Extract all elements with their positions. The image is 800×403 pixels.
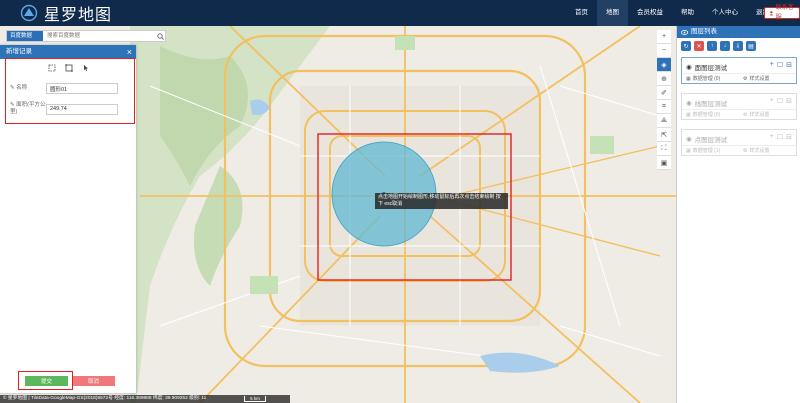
nav-map[interactable]: 地图 (597, 0, 628, 26)
delete-icon[interactable]: ⊟ (786, 97, 792, 105)
contact-service-button[interactable]: 联系客服 (764, 5, 800, 21)
eye-icon[interactable]: ◉ (686, 63, 692, 71)
zoom-in-button[interactable]: + (657, 30, 671, 44)
nav-help[interactable]: 帮助 (672, 0, 703, 26)
import-icon[interactable]: ⇩ (733, 41, 743, 51)
search-bar: 百度数据 (6, 30, 166, 42)
panel-title: 新增记录 (6, 48, 32, 55)
layer-name: 点图层测试 (694, 137, 728, 144)
locate-button[interactable]: ⊕ (657, 72, 671, 86)
plus-icon: + (661, 33, 667, 40)
fullscreen-icon: ⛶ (661, 144, 667, 152)
logo-icon (20, 4, 38, 22)
zoom-out-button[interactable]: − (657, 44, 671, 58)
add-icon[interactable]: + (770, 97, 774, 105)
layer-card-line[interactable]: ◉ 线图层测试 + ☐ ⊟ ▦ 数据管理 (0) ⚙ 样式设置 (681, 93, 797, 120)
ruler-icon: ✐ (661, 89, 667, 97)
close-icon[interactable]: × (127, 45, 132, 59)
layer-panel-title: 图层列表 (691, 28, 717, 35)
target-icon: ⊕ (661, 75, 667, 83)
layer-name: 线图层测试 (694, 101, 728, 108)
data-manage-link[interactable]: ▦ 数据管理 (0) (682, 74, 739, 83)
edit-icon[interactable]: ☐ (777, 97, 783, 105)
nav-home[interactable]: 首页 (566, 0, 597, 26)
top-navbar: 星罗地图 首页 地图 会员权益 帮助 个人中心 退出 联系客服 (0, 0, 800, 26)
data-source-select[interactable]: 百度数据 (7, 31, 43, 41)
map-toolbar: + − ◈ ⊕ ✐ ⌗ ⟁ ⇱ ⛶ ▣ (657, 30, 671, 170)
main-nav: 首页 地图 会员权益 帮助 个人中心 退出 (566, 0, 778, 26)
layer-action-icons: ↻ ✕ ↑ ↓ ⇩ ▤ (681, 41, 800, 51)
delete-layer-icon[interactable]: ✕ (694, 41, 704, 51)
layer-list-panel: 图层列表 ↻ ✕ ↑ ↓ ⇩ ▤ ◉ 面图层测试 + ☐ ⊟ ▦ 数据管理 (0) ⚙… (676, 26, 800, 403)
edit-icon[interactable]: ☐ (777, 61, 783, 69)
export-button[interactable]: ⇱ (657, 128, 671, 142)
cancel-button[interactable]: 取消 (72, 376, 115, 386)
crop-button[interactable]: ⌗ (657, 100, 671, 114)
data-manage-link[interactable]: ▦ 数据管理 (1) (682, 146, 739, 155)
layer-card-point[interactable]: ◉ 点图层测试 + ☐ ⊟ ▦ 数据管理 (1) ⚙ 样式设置 (681, 129, 797, 156)
style-settings-link[interactable]: ⚙ 样式设置 (739, 110, 796, 119)
nav-profile[interactable]: 个人中心 (703, 0, 747, 26)
style-settings-link[interactable]: ⚙ 样式设置 (739, 146, 796, 155)
layers-icon: ◈ (661, 61, 667, 69)
delete-icon[interactable]: ⊟ (786, 133, 792, 141)
delete-icon[interactable]: ⊟ (786, 61, 792, 69)
style-settings-link[interactable]: ⚙ 样式设置 (739, 74, 796, 83)
layers-button[interactable]: ◈ (657, 58, 671, 72)
layer-panel-header: 图层列表 (677, 26, 800, 38)
area-icon: ⟁ (660, 116, 668, 124)
folder-icon[interactable]: ▤ (746, 41, 756, 51)
move-down-icon[interactable]: ↓ (720, 41, 730, 51)
data-manage-link[interactable]: ▦ 数据管理 (0) (682, 110, 739, 119)
user-icon (769, 11, 774, 16)
eye-icon[interactable]: ◉ (686, 135, 692, 143)
contact-service-label: 联系客服 (775, 5, 794, 21)
annotation-box-submit (18, 371, 73, 390)
search-button[interactable] (155, 31, 165, 41)
measure-area-button[interactable]: ⟁ (657, 114, 671, 128)
refresh-layer-icon[interactable]: ↻ (681, 41, 691, 51)
add-icon[interactable]: + (770, 133, 774, 141)
scale-bar: 5 km (244, 396, 266, 402)
eye-icon (681, 29, 688, 35)
search-input[interactable] (43, 31, 155, 41)
move-up-icon[interactable]: ↑ (707, 41, 717, 51)
panel-header: 新增记录 × (0, 45, 136, 59)
measure-distance-button[interactable]: ✐ (657, 86, 671, 100)
print-button[interactable]: ▣ (657, 156, 671, 170)
image-icon: ▣ (660, 159, 668, 167)
annotation-box-form (5, 58, 135, 124)
minus-icon: − (661, 47, 667, 54)
draw-tooltip: 点击地图开始绘制图形,移动鼠标后再次点击结束绘制 按下 esc取消 (375, 193, 508, 209)
edit-icon[interactable]: ☐ (777, 133, 783, 141)
search-icon (156, 32, 164, 40)
fullscreen-button[interactable]: ⛶ (657, 142, 671, 156)
layer-name: 面图层测试 (694, 65, 728, 72)
layer-card-polygon[interactable]: ◉ 面图层测试 + ☐ ⊟ ▦ 数据管理 (0) ⚙ 样式设置 (681, 57, 797, 84)
logo[interactable]: 星罗地图 (20, 1, 112, 25)
nav-membership[interactable]: 会员权益 (628, 0, 672, 26)
crop-icon: ⌗ (662, 102, 666, 110)
export-icon: ⇱ (661, 131, 667, 139)
add-icon[interactable]: + (770, 61, 774, 69)
app-title: 星罗地图 (44, 5, 113, 24)
eye-icon[interactable]: ◉ (686, 99, 692, 107)
